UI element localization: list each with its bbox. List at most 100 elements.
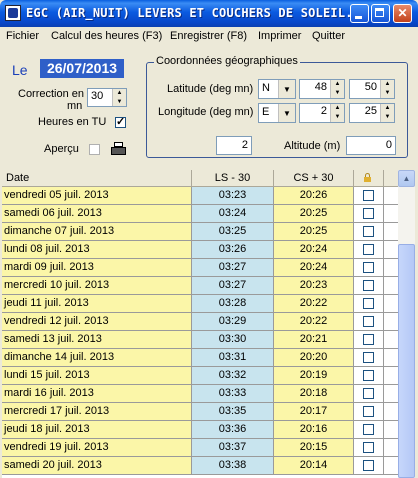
row-checkbox[interactable] [363, 424, 374, 435]
row-checkbox[interactable] [363, 460, 374, 471]
row-checkbox[interactable] [363, 388, 374, 399]
down-arrow-icon[interactable]: ▼ [331, 113, 344, 122]
menu-quitter[interactable]: Quitter [312, 30, 345, 42]
printer-icon[interactable] [111, 142, 126, 155]
row-checkbox[interactable] [363, 334, 374, 345]
row-checkbox-cell[interactable] [354, 205, 384, 222]
row-checkbox[interactable] [363, 244, 374, 255]
menu-enregistrer[interactable]: Enregistrer (F8) [170, 30, 247, 42]
up-arrow-icon[interactable]: ▲ [113, 89, 126, 98]
minimize-button[interactable] [350, 4, 369, 23]
row-checkbox[interactable] [363, 208, 374, 219]
row-checkbox-cell[interactable] [354, 241, 384, 258]
row-checkbox-cell[interactable] [354, 367, 384, 384]
table-row[interactable]: mardi 09 juil. 2013 03:27 20:24 [2, 259, 398, 277]
close-button[interactable]: ✕ [393, 4, 412, 23]
altitude-label: Altitude (m) [284, 140, 341, 152]
row-cs: 20:24 [274, 259, 354, 276]
row-checkbox[interactable] [363, 280, 374, 291]
table-row[interactable]: dimanche 14 juil. 2013 03:31 20:20 [2, 349, 398, 367]
table-row[interactable]: mercredi 17 juil. 2013 03:35 20:17 [2, 403, 398, 421]
maximize-button[interactable] [371, 4, 390, 23]
longitude-minutes-arrows[interactable]: ▲ ▼ [380, 104, 394, 122]
header-date[interactable]: Date [2, 170, 192, 186]
longitude-direction-select[interactable]: E ▼ [258, 103, 296, 123]
row-date: dimanche 07 juil. 2013 [2, 223, 192, 240]
down-arrow-icon[interactable]: ▼ [331, 89, 344, 98]
row-date: vendredi 05 juil. 2013 [2, 187, 192, 204]
up-arrow-icon[interactable]: ▲ [381, 80, 394, 89]
row-checkbox-cell[interactable] [354, 403, 384, 420]
table-row[interactable]: samedi 13 juil. 2013 03:30 20:21 [2, 331, 398, 349]
menu-fichier[interactable]: Fichier [6, 30, 39, 42]
row-checkbox-cell[interactable] [354, 349, 384, 366]
altitude-field[interactable]: 0 [346, 136, 396, 155]
heures-tu-checkbox[interactable] [115, 115, 126, 128]
row-checkbox[interactable] [363, 316, 374, 327]
header-cs[interactable]: CS + 30 [274, 170, 354, 186]
row-checkbox-cell[interactable] [354, 439, 384, 456]
chevron-down-icon[interactable]: ▼ [278, 104, 295, 122]
table-row[interactable]: samedi 20 juil. 2013 03:38 20:14 [2, 457, 398, 475]
unlabeled-number-field[interactable]: 2 [216, 136, 252, 155]
scroll-up-button[interactable]: ▲ [398, 170, 415, 187]
row-checkbox-cell[interactable] [354, 421, 384, 438]
row-checkbox-cell[interactable] [354, 385, 384, 402]
correction-stepper[interactable]: 30 ▲ ▼ [87, 88, 127, 107]
latitude-minutes-stepper[interactable]: 50 ▲ ▼ [349, 79, 395, 99]
up-arrow-icon[interactable]: ▲ [381, 104, 394, 113]
row-checkbox[interactable] [363, 262, 374, 273]
table-row[interactable]: lundi 08 juil. 2013 03:26 20:24 [2, 241, 398, 259]
app-icon[interactable] [5, 5, 21, 21]
apercu-checkbox[interactable] [89, 144, 100, 155]
table-row[interactable]: vendredi 05 juil. 2013 03:23 20:26 [2, 187, 398, 205]
down-arrow-icon[interactable]: ▼ [113, 98, 126, 107]
header-ls[interactable]: LS - 30 [192, 170, 274, 186]
row-checkbox[interactable] [363, 406, 374, 417]
longitude-degrees-arrows[interactable]: ▲ ▼ [330, 104, 344, 122]
row-checkbox[interactable] [363, 352, 374, 363]
longitude-degrees-stepper[interactable]: 2 ▲ ▼ [299, 103, 345, 123]
row-checkbox-cell[interactable] [354, 259, 384, 276]
row-checkbox-cell[interactable] [354, 187, 384, 204]
vertical-scrollbar[interactable]: ▲ [398, 170, 415, 478]
menu-imprimer[interactable]: Imprimer [258, 30, 301, 42]
row-checkbox[interactable] [363, 370, 374, 381]
row-cs: 20:25 [274, 223, 354, 240]
table-row[interactable]: samedi 06 juil. 2013 03:24 20:25 [2, 205, 398, 223]
table-row[interactable]: mardi 16 juil. 2013 03:33 20:18 [2, 385, 398, 403]
row-checkbox[interactable] [363, 226, 374, 237]
row-checkbox-cell[interactable] [354, 223, 384, 240]
menu-calcul[interactable]: Calcul des heures (F3) [51, 30, 162, 42]
latitude-degrees-stepper[interactable]: 48 ▲ ▼ [299, 79, 345, 99]
row-checkbox-cell[interactable] [354, 277, 384, 294]
table-row[interactable]: vendredi 19 juil. 2013 03:37 20:15 [2, 439, 398, 457]
row-checkbox-cell[interactable] [354, 457, 384, 474]
scroll-thumb[interactable] [398, 244, 415, 478]
correction-stepper-arrows[interactable]: ▲ ▼ [112, 89, 126, 106]
up-arrow-icon[interactable]: ▲ [331, 104, 344, 113]
row-checkbox-cell[interactable] [354, 331, 384, 348]
table-row[interactable]: mercredi 10 juil. 2013 03:27 20:23 [2, 277, 398, 295]
longitude-minutes-stepper[interactable]: 25 ▲ ▼ [349, 103, 395, 123]
table-row[interactable]: dimanche 07 juil. 2013 03:25 20:25 [2, 223, 398, 241]
table-row[interactable]: vendredi 12 juil. 2013 03:29 20:22 [2, 313, 398, 331]
table-row[interactable]: jeudi 11 juil. 2013 03:28 20:22 [2, 295, 398, 313]
table-row[interactable]: lundi 15 juil. 2013 03:32 20:19 [2, 367, 398, 385]
down-arrow-icon[interactable]: ▼ [381, 89, 394, 98]
row-checkbox[interactable] [363, 190, 374, 201]
title-bar[interactable]: EGC (AIR_NUIT) LEVERS ET COUCHERS DE SOL… [0, 0, 418, 27]
row-ls: 03:28 [192, 295, 274, 312]
table-row[interactable]: jeudi 18 juil. 2013 03:36 20:16 [2, 421, 398, 439]
up-arrow-icon[interactable]: ▲ [331, 80, 344, 89]
latitude-degrees-arrows[interactable]: ▲ ▼ [330, 80, 344, 98]
row-checkbox-cell[interactable] [354, 313, 384, 330]
row-checkbox[interactable] [363, 298, 374, 309]
row-checkbox[interactable] [363, 442, 374, 453]
latitude-direction-select[interactable]: N ▼ [258, 79, 296, 99]
chevron-down-icon[interactable]: ▼ [278, 80, 295, 98]
latitude-minutes-arrows[interactable]: ▲ ▼ [380, 80, 394, 98]
row-checkbox-cell[interactable] [354, 295, 384, 312]
down-arrow-icon[interactable]: ▼ [381, 113, 394, 122]
date-field[interactable]: 26/07/2013 [40, 59, 124, 78]
